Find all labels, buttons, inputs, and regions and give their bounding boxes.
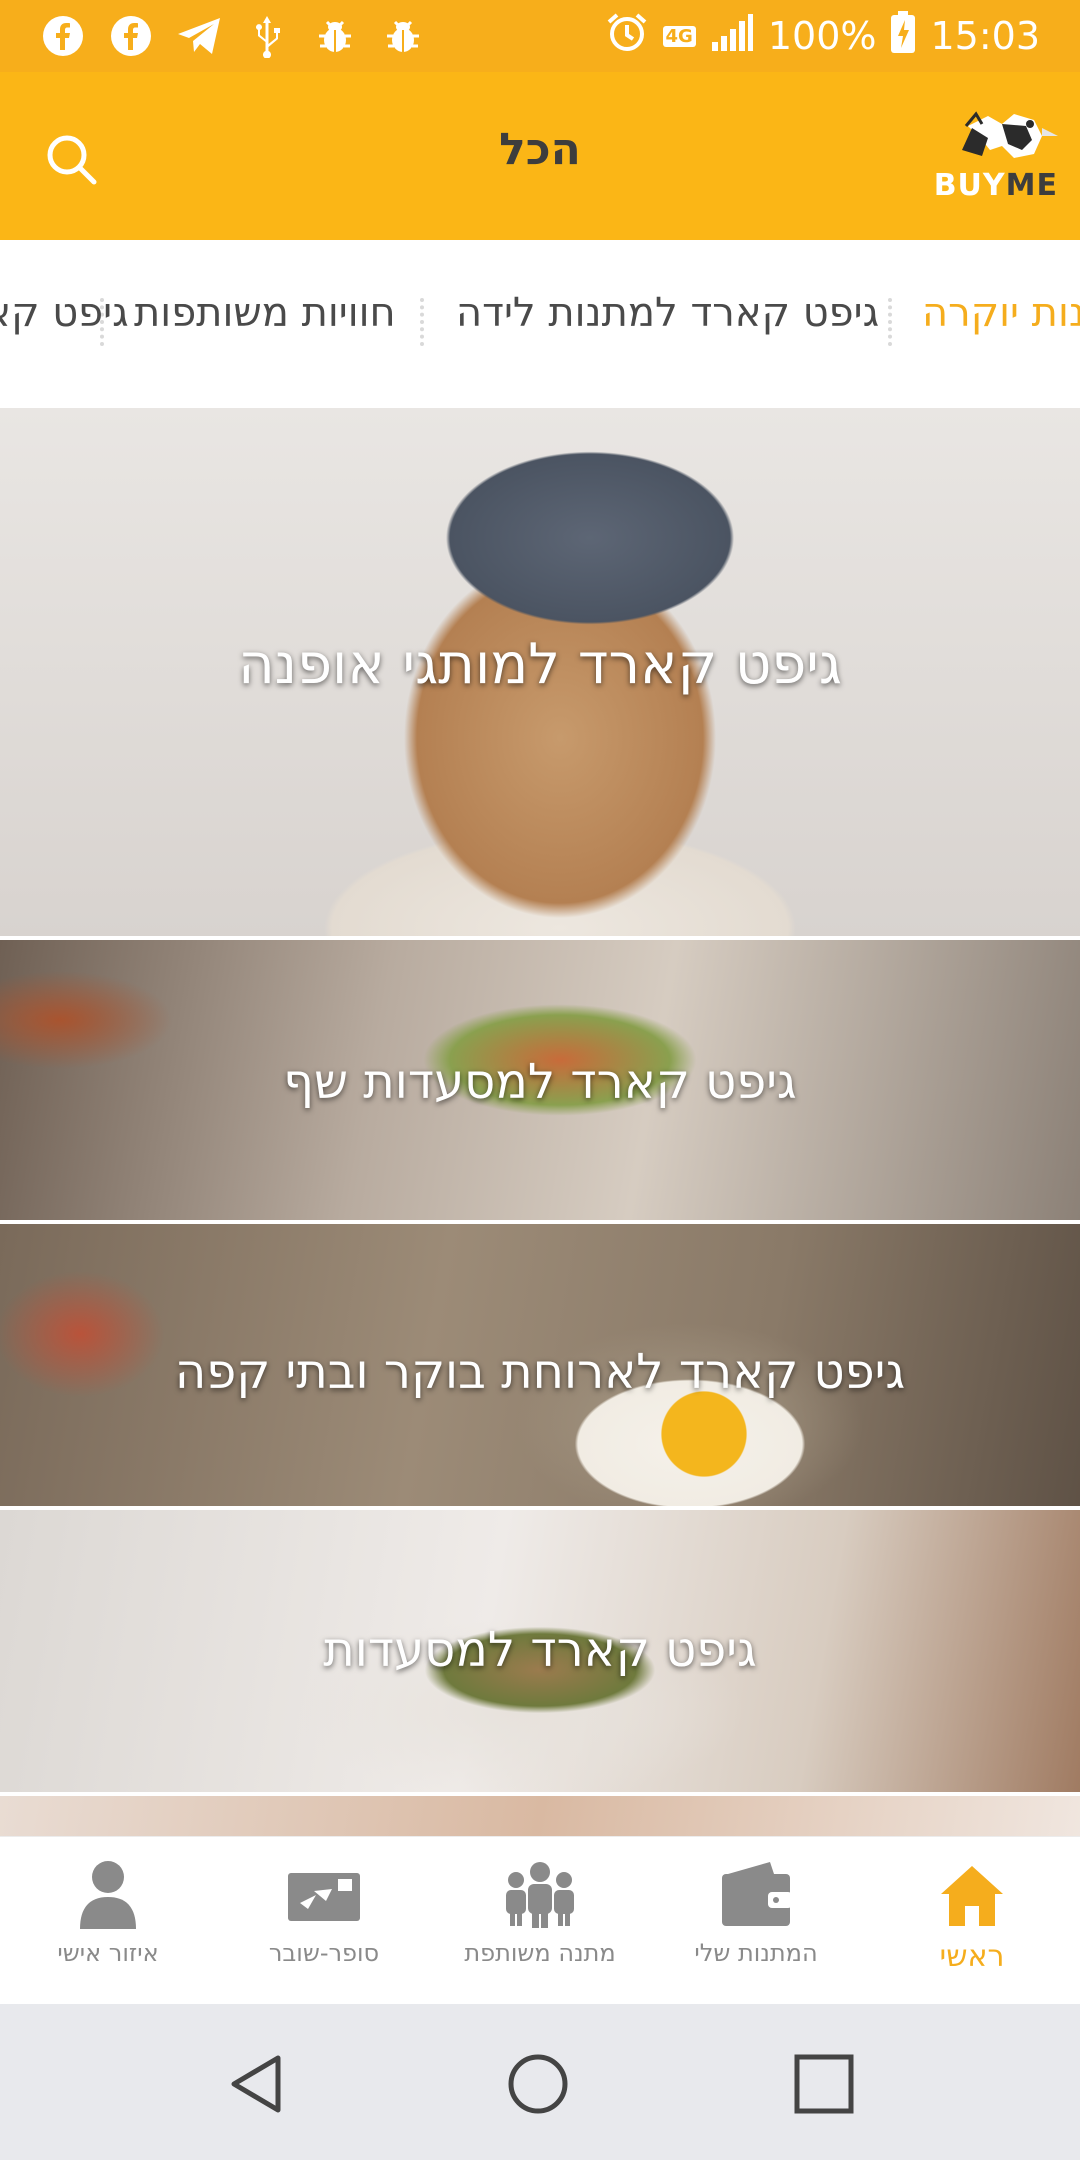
nav-shared-gift[interactable]: מתנה משותפת	[432, 1857, 648, 1997]
status-bar: 4G 100% 15:03	[0, 0, 1080, 72]
facebook-icon	[108, 13, 154, 59]
bug-icon	[312, 13, 358, 59]
nav-home[interactable]: ראשי	[864, 1857, 1080, 1997]
alarm-icon	[605, 10, 649, 63]
battery-icon	[890, 10, 916, 63]
app-bar: הכל BUYME	[0, 72, 1080, 240]
home-circle-icon	[508, 2054, 568, 2114]
banner-fashion[interactable]: גיפט קארד למותגי אופנה	[0, 408, 1080, 936]
category-tab-luxury[interactable]: מתנות יוקרה	[922, 290, 1080, 336]
nav-label: איזור אישי	[57, 1939, 159, 1967]
banner-title: גיפט קארד לארוחת בוקר ובתי קפה	[174, 1344, 906, 1400]
recents-icon	[794, 2054, 854, 2114]
home-button[interactable]	[500, 2046, 576, 2122]
banner-title: גיפט קארד למסעדות	[323, 1622, 757, 1678]
tab-divider	[888, 298, 896, 346]
banner-title: גיפט קארד למסעדות שף	[283, 1054, 797, 1110]
home-icon	[932, 1857, 1012, 1933]
notification-icons	[40, 10, 426, 62]
usb-icon	[244, 13, 290, 59]
banner-image	[0, 1796, 1080, 1836]
nav-label: המתנות שלי	[694, 1939, 818, 1967]
telegram-icon	[176, 13, 222, 59]
category-tab-shared-experiences[interactable]: חוויות משותפות	[134, 290, 396, 336]
category-tabs[interactable]: מתנות יוקרה גיפט קארד למתנות לידה חוויות…	[0, 240, 1080, 408]
nav-label: ראשי	[939, 1939, 1005, 1974]
system-status: 4G 100% 15:03	[605, 10, 1040, 62]
category-tab-birth-gifts[interactable]: גיפט קארד למתנות לידה	[456, 290, 879, 336]
banner-restaurants[interactable]: גיפט קארד למסעדות	[0, 1510, 1080, 1792]
back-button[interactable]	[218, 2046, 294, 2122]
logo-me: ME	[1005, 168, 1058, 203]
tab-divider	[420, 298, 428, 346]
banner-breakfast-cafes[interactable]: גיפט קארד לארוחת בוקר ובתי קפה	[0, 1224, 1080, 1506]
nav-label: סופר-שובר	[268, 1939, 380, 1967]
system-navigation-bar	[0, 2004, 1080, 2160]
banner-title: גיפט קארד למותגי אופנה	[238, 632, 842, 697]
facebook-icon	[40, 13, 86, 59]
bottom-navigation: ראשי המתנות שלי מתנה משותפת סופר-שובר אי…	[0, 1836, 1080, 2005]
wallet-icon	[716, 1857, 796, 1933]
back-icon	[231, 2055, 281, 2113]
battery-level: 100%	[767, 14, 877, 58]
logo-buy: BUY	[933, 168, 1006, 203]
nav-my-gifts[interactable]: המתנות שלי	[648, 1857, 864, 1997]
group-icon	[500, 1857, 580, 1933]
category-tab-gift-card[interactable]: גיפט קארד	[0, 290, 129, 336]
network-type: 4G	[662, 25, 696, 47]
nav-super-voucher[interactable]: סופר-שובר	[216, 1857, 432, 1997]
logo-wordmark: BUYME	[934, 168, 1058, 203]
recents-button[interactable]	[786, 2046, 862, 2122]
gift-card-icon	[284, 1857, 364, 1933]
page-title: הכל	[499, 124, 581, 175]
banner-chef-restaurants[interactable]: גיפט קארד למסעדות שף	[0, 940, 1080, 1220]
nav-label: מתנה משותפת	[464, 1939, 616, 1967]
nav-personal-area[interactable]: איזור אישי	[0, 1857, 216, 1997]
clock: 15:03	[930, 14, 1040, 58]
stork-icon	[962, 111, 1058, 158]
bug-icon	[380, 13, 426, 59]
signal-icon	[710, 12, 754, 61]
person-icon	[68, 1857, 148, 1933]
banner-partial[interactable]	[0, 1796, 1080, 1836]
